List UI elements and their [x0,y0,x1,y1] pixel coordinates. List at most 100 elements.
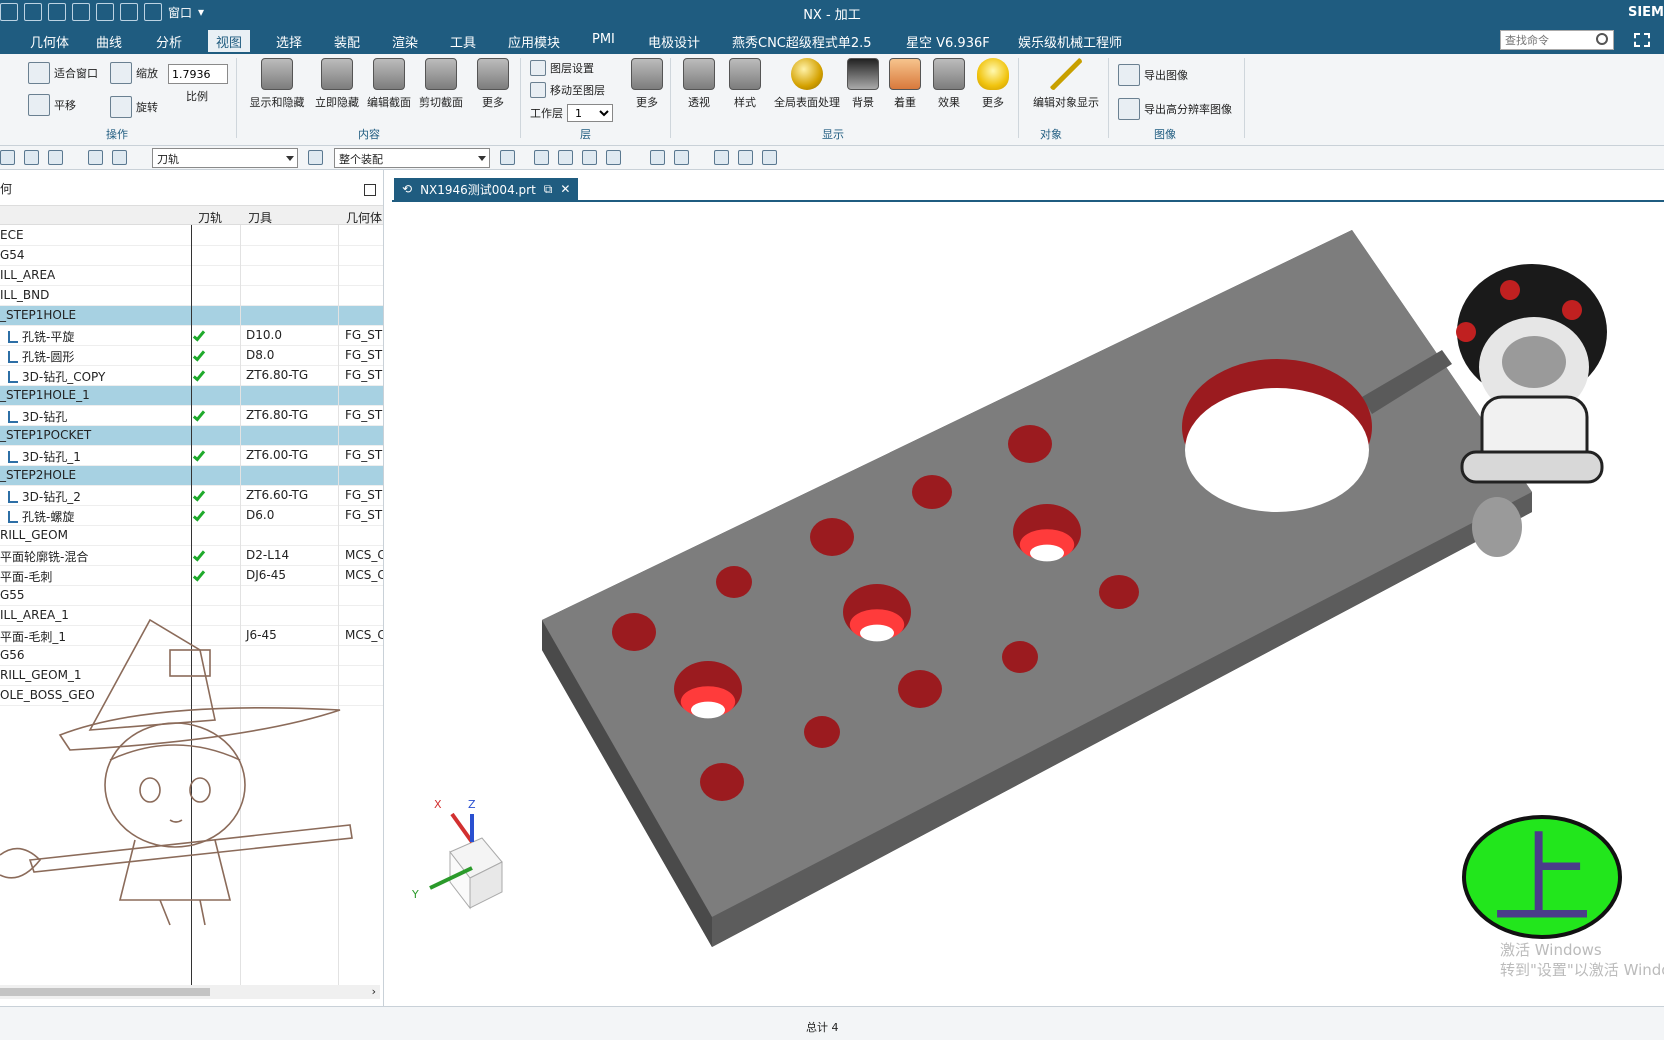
program-group-row[interactable]: _STEP1HOLE_1 [0,386,383,406]
menu-view[interactable]: 视图 [208,30,251,52]
table-row[interactable]: 孔铣-螺旋 D6.0 FG_STE [0,506,383,526]
tab-options-icon[interactable]: ⧉ [544,182,553,197]
menu-pmi[interactable]: PMI [584,30,623,52]
maximize-icon[interactable] [364,184,376,196]
table-row[interactable]: 3D-钻孔_2 ZT6.60-TG FG_STE [0,486,383,506]
part-file-tab[interactable]: ⟲ NX1946测试004.prt ⧉ ✕ [394,178,579,200]
ribbon-separator [1108,58,1109,138]
fit-window-button[interactable]: 适合窗口 [28,62,98,84]
pan-icon [28,94,50,116]
export-hires-icon [1118,98,1140,120]
box-select-icon[interactable] [650,150,665,165]
table-row[interactable]: 孔铣-平旋 D10.0 FG_STE [0,326,383,346]
table-row[interactable]: G54 [0,246,383,266]
selection-mode-icon[interactable] [0,150,15,165]
hole-through [1030,544,1064,562]
chevron-right-icon[interactable]: › [372,985,376,998]
menu-xingkong[interactable]: 星空 V6.936F [898,30,998,52]
operation-icon [8,511,18,523]
menu-applications[interactable]: 应用模块 [500,30,568,52]
table-row[interactable]: 平面轮廓铣-混合 D2-L14 MCS_C [0,546,383,566]
perspective-icon [683,58,715,90]
pan-button[interactable]: 平移 [28,94,76,116]
column-geometry[interactable]: 几何体 [346,209,382,226]
table-row[interactable]: 平面-毛刺 DJ6-45 MCS_C [0,566,383,586]
program-group-row[interactable]: _STEP2HOLE [0,466,383,486]
row-name: _STEP1HOLE_1 [0,388,190,402]
selection-tree-icon[interactable] [48,150,63,165]
horizontal-scrollbar[interactable]: › [0,985,380,999]
row-name-text: 平面轮廓铣-混合 [0,550,89,564]
table-row[interactable]: 3D-钻孔_COPY ZT6.80-TG FG_STE [0,366,383,386]
zoom-button[interactable]: 缩放 [110,62,158,84]
export-image-button[interactable]: 导出图像 [1118,64,1188,86]
menu-analysis[interactable]: 分析 [148,30,190,52]
table-row[interactable]: RILL_GEOM [0,526,383,546]
table-row[interactable]: ILL_BND [0,286,383,306]
export-hires-image-button[interactable]: 导出高分辨率图像 [1118,98,1232,120]
table-row[interactable]: ILL_AREA [0,266,383,286]
mcs-icon[interactable] [714,150,729,165]
filter-icon[interactable] [308,150,323,165]
work-layer-select[interactable]: 1 [567,104,613,122]
rotate-button[interactable]: 旋转 [110,96,158,118]
table-row[interactable]: 3D-钻孔 ZT6.80-TG FG_STE [0,406,383,426]
show-hide-button[interactable]: 显示和隐藏 [246,58,308,110]
move-to-layer-button[interactable]: 移动至图层 [530,82,605,98]
row-name: 3D-钻孔 [8,408,198,425]
select-face-icon[interactable] [558,150,573,165]
table-row[interactable]: ECE [0,226,383,246]
hide-eye-icon[interactable] [762,150,777,165]
row-name-text: _STEP1POCKET [0,428,92,442]
machine-icon[interactable] [112,150,127,165]
toolpath-icon[interactable] [88,150,103,165]
row-name-text: 3D-钻孔_COPY [22,370,106,384]
assembly-scope-dropdown[interactable]: 整个装配 [334,148,490,168]
paintbrush-icon [1050,58,1082,90]
menu-tools[interactable]: 工具 [442,30,484,52]
menu-entertainment-engineer[interactable]: 娱乐级机械工程师 [1010,30,1130,52]
menu-render[interactable]: 渲染 [384,30,426,52]
column-toolpath[interactable]: 刀轨 [198,209,222,226]
row-name: ECE [0,228,190,242]
menu-yanxiu-cnc[interactable]: 燕秀CNC超级程式单2.5 [724,30,880,52]
row-name-text: G55 [0,588,25,602]
snap-settings-icon[interactable] [500,150,515,165]
select-feature-icon[interactable] [606,150,621,165]
type-filter-dropdown[interactable]: 刀轨 [152,148,298,168]
menu-curve[interactable]: 曲线 [88,30,130,52]
menu-geometry[interactable]: 几何体 [22,30,77,52]
select-body-icon[interactable] [582,150,597,165]
select-component-icon[interactable] [534,150,549,165]
table-row[interactable]: 3D-钻孔_1 ZT6.00-TG FG_STE [0,446,383,466]
row-name-text: ILL_AREA [0,268,56,282]
display-more-button[interactable]: 更多 [962,58,1024,110]
graphics-window[interactable]: ⟲ NX1946测试004.prt ⧉ ✕ X Z Y 上 [392,170,1664,1006]
export-hires-label: 导出高分辨率图像 [1144,103,1232,116]
drilled-hole [700,763,744,801]
search-icon[interactable] [1596,33,1608,45]
eye-icon [261,58,293,90]
scrollbar-thumb[interactable] [0,988,210,996]
table-row[interactable]: 孔铣-圆形 D8.0 FG_STE [0,346,383,366]
program-group-row[interactable]: _STEP1HOLE [0,306,383,326]
group-label-object: 对象 [1040,128,1062,141]
menu-electrode[interactable]: 电极设计 [640,30,708,52]
close-icon[interactable]: ✕ [560,182,570,196]
table-row[interactable]: G55 [0,586,383,606]
clip-section-icon [425,58,457,90]
style-button[interactable]: 样式 [714,58,776,110]
selection-list-icon[interactable] [24,150,39,165]
layer-settings-button[interactable]: 图层设置 [530,60,594,76]
menu-select[interactable]: 选择 [268,30,310,52]
program-group-row[interactable]: _STEP1POCKET [0,426,383,446]
column-tool[interactable]: 刀具 [248,209,272,226]
wcs-icon[interactable] [674,150,689,165]
edit-object-display-button[interactable]: 编辑对象显示 [1024,58,1108,110]
scale-input[interactable] [168,64,228,84]
show-eye-icon[interactable] [738,150,753,165]
menu-assembly[interactable]: 装配 [326,30,368,52]
content-more-button[interactable]: 更多 [462,58,524,110]
fullscreen-icon[interactable] [1634,33,1650,47]
3d-viewport[interactable]: X Z Y 上 [392,202,1664,1006]
